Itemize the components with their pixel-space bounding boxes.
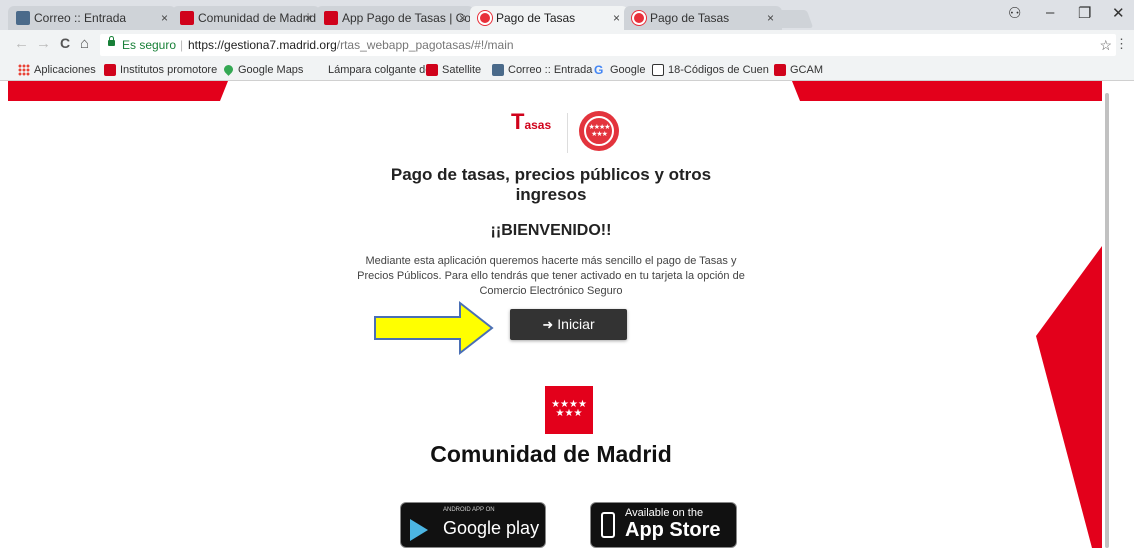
url-path: /rtas_webapp_pagotasas/#!/main (336, 38, 514, 52)
new-tab-button[interactable] (772, 10, 814, 28)
bookmark-label: Google (610, 64, 646, 76)
scrollbar[interactable] (1102, 81, 1134, 548)
tab-title: Pago de Tasas (650, 11, 730, 25)
google-play-icon (410, 519, 428, 541)
header-banner-left (8, 81, 228, 101)
tab-pago-tasas[interactable]: Pago de Tasas × (624, 6, 782, 30)
home-icon[interactable]: ⌂ (80, 35, 89, 52)
url-host: https://gestiona7.madrid.org (188, 38, 337, 52)
tab-title: Correo :: Entrada (34, 11, 127, 25)
lock-icon (108, 36, 115, 46)
minimize-button[interactable]: – (1046, 4, 1054, 21)
bookmark-correo[interactable]: Correo :: Entrada (492, 63, 592, 77)
intro-line: Mediante esta aplicación queremos hacert… (365, 255, 737, 267)
apps-grid-icon (18, 64, 30, 76)
tab-comunidad[interactable]: Comunidad de Madrid × (172, 6, 320, 30)
bookmark-label: Aplicaciones (34, 64, 96, 76)
organization-name: Comunidad de Madrid (430, 441, 672, 467)
tab-correo[interactable]: Correo :: Entrada × (8, 6, 176, 30)
bookmark-aplicaciones[interactable]: Aplicaciones (18, 63, 96, 77)
bookmark-institutos[interactable]: Institutos promotore (104, 63, 217, 77)
bookmark-label: Google Maps (238, 64, 304, 76)
yellow-arrow (374, 300, 494, 356)
pdf-icon (652, 64, 664, 76)
mail-icon (492, 64, 504, 76)
google-play-badge[interactable]: ANDROID APP ON Google play (400, 502, 546, 548)
restore-button[interactable]: ❐ (1078, 4, 1091, 22)
madrid-favicon-icon (426, 64, 438, 76)
bookmark-gcam[interactable]: GCAM (774, 63, 823, 77)
bookmark-google[interactable]: G Google (594, 63, 645, 77)
welcome-heading: ¡¡BIENVENIDO!! (490, 222, 612, 239)
google-icon: G (594, 63, 604, 77)
bookmark-label: Lámpara colgante de (328, 64, 432, 76)
madrid-emblem-icon: ★★★★ ★★★ (579, 111, 619, 151)
start-button[interactable]: ➜ Iniciar (510, 309, 627, 340)
logo-initial: T (511, 109, 525, 134)
toolbar: ← → C ⌂ Es seguro | https://gestiona7.ma… (0, 30, 1134, 60)
intro-text: Mediante esta aplicación queremos hacert… (0, 254, 1102, 299)
tab-title: App Pago de Tasas | Com (342, 11, 474, 25)
address-bar[interactable]: Es seguro | https://gestiona7.madrid.org… (100, 34, 1116, 56)
header-banner-right (792, 81, 1102, 101)
bookmarks-bar: Aplicaciones Institutos promotore Google… (0, 60, 1134, 81)
madrid-favicon-icon (104, 64, 116, 76)
maps-pin-icon (222, 63, 235, 76)
tab-title: Pago de Tasas (496, 11, 576, 25)
tab-close-icon[interactable]: × (459, 6, 466, 30)
bookmark-lampara[interactable]: Lámpara colgante de (312, 63, 431, 77)
madrid-favicon-icon (180, 11, 194, 25)
tab-close-icon[interactable]: × (613, 6, 620, 30)
title-line: ingresos (515, 185, 587, 204)
login-arrow-icon: ➜ (542, 317, 554, 332)
bookmark-label: 18-Códigos de Cuen (668, 64, 769, 76)
badge-small-text: ANDROID APP ON (443, 507, 495, 513)
app-store-badge[interactable]: Available on the App Store (590, 502, 737, 548)
url-text: https://gestiona7.madrid.org/rtas_webapp… (188, 34, 514, 56)
title-line: Pago de tasas, precios públicos y otros (390, 165, 712, 184)
mail-icon (16, 11, 30, 25)
bookmark-codigos[interactable]: 18-Códigos de Cuen (652, 63, 769, 77)
reload-icon[interactable]: C (60, 35, 70, 51)
madrid-favicon-icon (324, 11, 338, 25)
tasas-logo: Tasas (511, 109, 551, 135)
bookmark-google-maps[interactable]: Google Maps (222, 63, 303, 77)
logo-divider (567, 113, 568, 153)
tab-title: Comunidad de Madrid (198, 11, 317, 25)
start-button-label: Iniciar (557, 316, 595, 332)
badge-big-text: App Store (625, 519, 721, 541)
address-separator: | (180, 38, 184, 52)
back-icon[interactable]: ← (14, 35, 29, 52)
page-content: Tasas ★★★★ ★★★ Pago de tasas, precios púb… (0, 81, 1102, 548)
tasas-favicon-icon (478, 11, 492, 25)
bookmark-label: GCAM (790, 64, 823, 76)
tab-close-icon[interactable]: × (305, 6, 312, 30)
tab-strip: Correo :: Entrada × Comunidad de Madrid … (0, 0, 1134, 30)
scrollbar-thumb[interactable] (1105, 93, 1109, 548)
intro-line: Precios Públicos. Para ello tendrás que … (357, 270, 745, 282)
tab-app-pago[interactable]: App Pago de Tasas | Com × (316, 6, 474, 30)
forward-icon[interactable]: → (36, 35, 51, 52)
phone-icon (601, 512, 615, 538)
tab-pago-tasas-active[interactable]: Pago de Tasas × (470, 6, 628, 30)
page-title: Pago de tasas, precios públicos y otros … (0, 165, 1102, 205)
bookmark-label: Institutos promotore (120, 64, 218, 76)
logo-rest: asas (524, 118, 552, 132)
badge-small-text: Available on the (625, 507, 704, 519)
menu-icon[interactable]: ⋮ (1115, 36, 1128, 52)
bookmark-satellite[interactable]: Satellite (426, 63, 481, 77)
intro-line: Comercio Electrónico Seguro (479, 285, 623, 297)
bookmark-star-icon[interactable]: ☆ (1099, 34, 1112, 56)
badge-big-text: Google play (443, 518, 540, 538)
bookmark-label: Correo :: Entrada (508, 64, 593, 76)
madrid-flag-icon: ★★★★ ★★★ (545, 386, 593, 434)
bookmark-label: Satellite (442, 64, 482, 76)
madrid-favicon-icon (774, 64, 786, 76)
tab-close-icon[interactable]: × (161, 6, 168, 30)
tasas-favicon-icon (632, 11, 646, 25)
secure-label: Es seguro (122, 38, 177, 52)
emblem-stars: ★★★★ ★★★ (588, 124, 610, 138)
profile-icon[interactable]: ⚇ (1008, 4, 1021, 22)
close-window-button[interactable]: ✕ (1112, 4, 1125, 22)
